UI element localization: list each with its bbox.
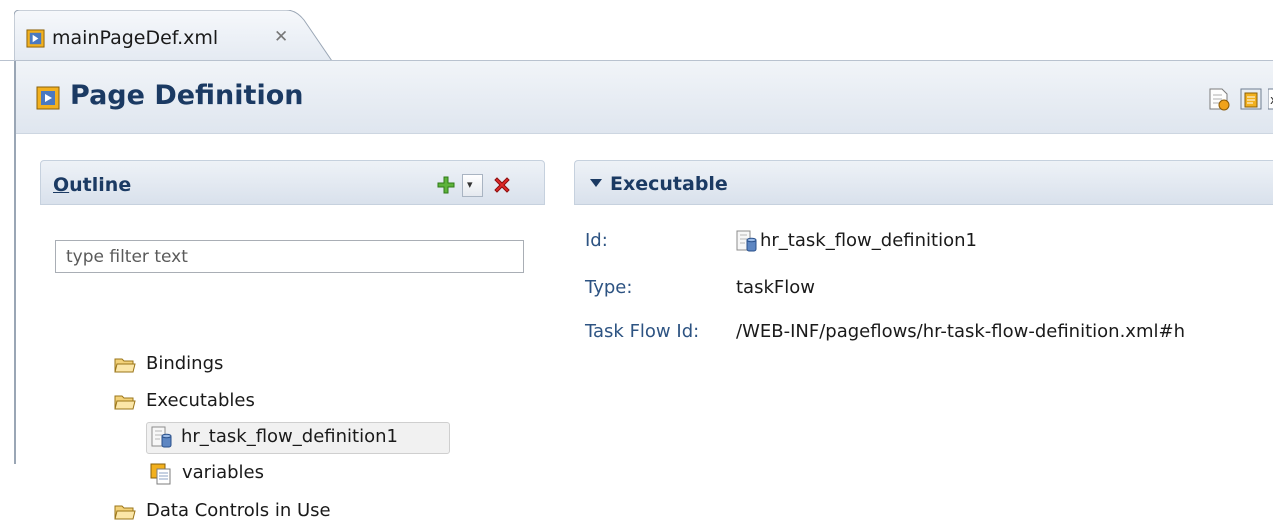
filter-input[interactable]: [55, 240, 524, 273]
dropdown-button[interactable]: ▾: [462, 174, 483, 197]
add-icon[interactable]: [436, 175, 456, 195]
folder-icon: [114, 505, 136, 520]
id-value[interactable]: hr_task_flow_definition1: [760, 230, 977, 251]
page-definition-icon[interactable]: [1207, 87, 1231, 111]
tree-item-hr-task-flow[interactable]: hr_task_flow_definition1: [146, 422, 450, 454]
close-icon[interactable]: ✕: [274, 27, 288, 47]
folder-icon: [114, 358, 136, 373]
outline-header: Outline ▾: [40, 160, 545, 205]
tab-title: mainPageDef.xml: [52, 27, 219, 49]
collapse-triangle-icon[interactable]: [590, 179, 602, 187]
outline-section: Outline ▾ Bindings Execu: [40, 160, 545, 521]
xml-icon[interactable]: x: [1268, 87, 1273, 111]
editor-area: Page Definition x Outline ▾: [14, 61, 1273, 521]
type-label: Type:: [585, 277, 633, 298]
task-flow-icon: [151, 426, 172, 448]
delete-icon[interactable]: [492, 175, 512, 195]
folder-icon: [114, 395, 136, 410]
page-definition-icon: [36, 86, 60, 110]
task-flow-icon: [736, 230, 757, 252]
task-flow-id-label: Task Flow Id:: [585, 321, 700, 342]
chevron-down-icon: ▾: [467, 178, 473, 191]
type-value: taskFlow: [736, 277, 815, 298]
page-header: Page Definition x: [16, 61, 1273, 134]
outline-title: Outline: [53, 174, 132, 196]
editor-tab-mainpagedef[interactable]: mainPageDef.xml ✕: [14, 10, 332, 61]
source-icon[interactable]: [1239, 87, 1263, 111]
editor-tab-strip: mainPageDef.xml ✕: [0, 0, 1273, 61]
executable-header[interactable]: Executable: [574, 160, 1273, 205]
task-flow-id-value[interactable]: /WEB-INF/pageflows/hr-task-flow-definiti…: [736, 321, 1273, 342]
variables-icon: [150, 463, 171, 485]
executable-title: Executable: [610, 173, 728, 195]
page-title: Page Definition: [70, 80, 304, 111]
executable-section: Executable Id: hr_task_flow_definition1 …: [574, 160, 1273, 465]
id-label: Id:: [585, 230, 608, 251]
page-definition-file-icon: [26, 29, 45, 48]
